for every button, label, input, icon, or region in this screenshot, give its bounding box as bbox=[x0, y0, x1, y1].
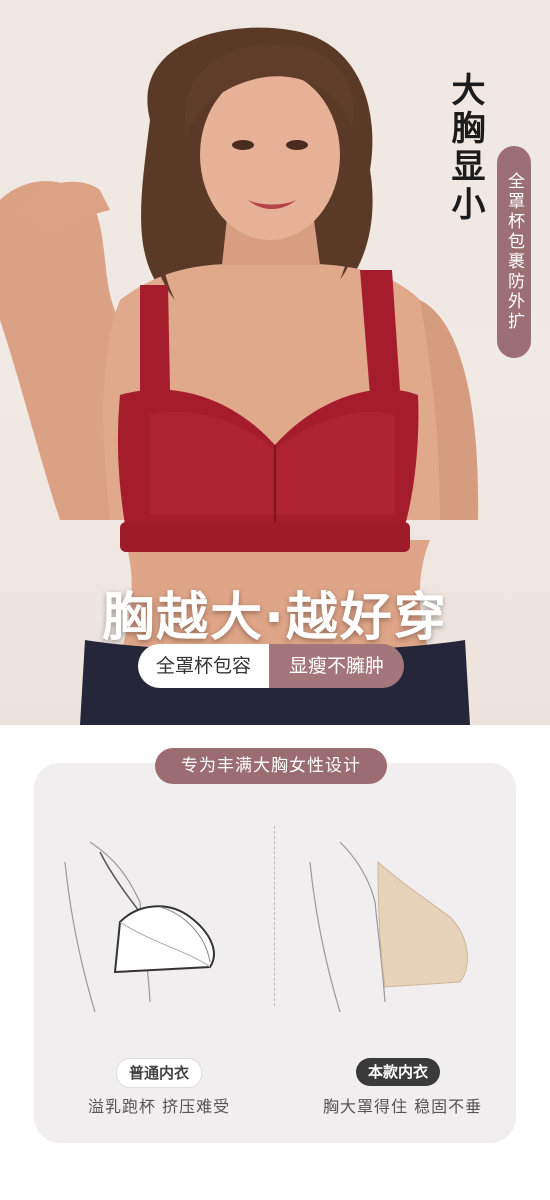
feature-tags: 全罩杯包容 显瘦不臃肿 bbox=[138, 644, 405, 688]
tag-slimming: 显瘦不臃肿 bbox=[269, 644, 405, 688]
feature-pill-vertical: 全罩杯包裹防外扩 bbox=[497, 146, 531, 358]
tag-full-cup: 全罩杯包容 bbox=[138, 644, 270, 688]
hero-banner: 大胸显小 全罩杯包裹防外扩 胸越大·越好穿 全罩杯包容 显瘦不臃肿 bbox=[0, 0, 550, 725]
badge-our-bra: 本款内衣 bbox=[356, 1058, 441, 1086]
badge-normal-bra: 普通内衣 bbox=[116, 1058, 203, 1088]
our-bra-illustration bbox=[309, 841, 468, 1013]
normal-bra-illustration bbox=[64, 841, 215, 1013]
headline-vertical: 大胸显小 bbox=[445, 72, 485, 224]
caption-normal-bra: 溢乳跑杯 挤压难受 bbox=[88, 1097, 231, 1116]
slogan: 胸越大·越好穿 bbox=[102, 588, 448, 648]
caption-our-bra: 胸大罩得住 稳固不垂 bbox=[323, 1097, 483, 1116]
comparison-divider bbox=[274, 826, 275, 1006]
comparison-title: 专为丰满大胸女性设计 bbox=[155, 748, 387, 784]
